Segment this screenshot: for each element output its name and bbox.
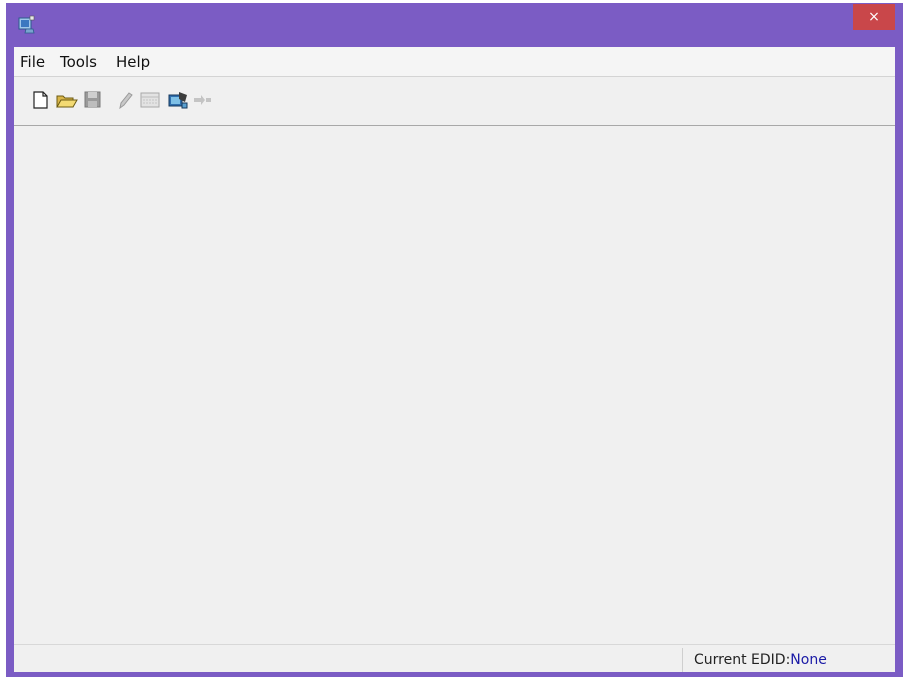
title-bar[interactable]: × bbox=[6, 3, 903, 46]
menu-tools[interactable]: Tools bbox=[60, 53, 97, 71]
save-icon[interactable] bbox=[80, 89, 104, 111]
app-icon bbox=[16, 14, 36, 34]
export-arrow-icon[interactable] bbox=[190, 89, 214, 111]
menu-help[interactable]: Help bbox=[116, 53, 150, 71]
main-window: × File Tools Help Current EDID:None bbox=[6, 3, 903, 677]
open-folder-icon[interactable] bbox=[54, 89, 78, 111]
status-divider bbox=[682, 648, 683, 672]
menu-bar: File Tools Help bbox=[14, 47, 895, 77]
monitor-read-icon[interactable] bbox=[166, 89, 190, 111]
hex-grid-icon[interactable] bbox=[138, 89, 162, 111]
client-area: File Tools Help Current EDID:None bbox=[14, 47, 895, 672]
close-button[interactable]: × bbox=[853, 4, 895, 30]
current-edid-status: Current EDID:None bbox=[694, 652, 827, 668]
menu-file[interactable]: File bbox=[20, 53, 45, 71]
new-document-icon[interactable] bbox=[28, 89, 52, 111]
current-edid-value: None bbox=[790, 652, 827, 668]
toolbar bbox=[14, 79, 895, 126]
status-bar: Current EDID:None bbox=[14, 644, 895, 672]
edit-pencil-icon[interactable] bbox=[112, 89, 136, 111]
current-edid-label: Current EDID: bbox=[694, 652, 791, 668]
